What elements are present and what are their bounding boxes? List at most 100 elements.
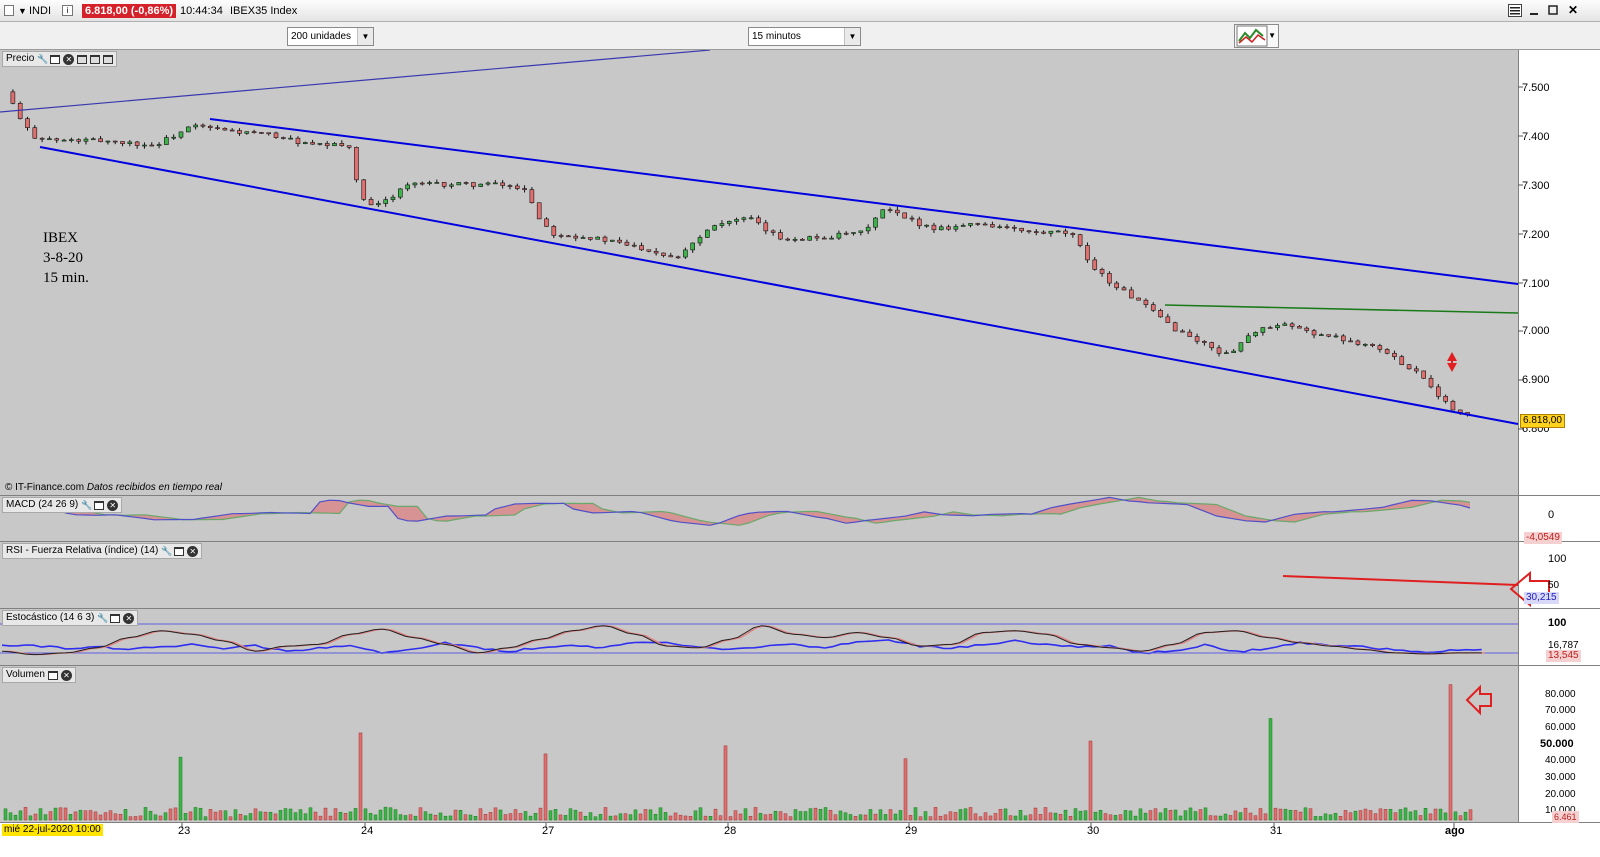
menu-icon[interactable] [1508, 4, 1522, 17]
wrench-icon[interactable]: 🔧 [37, 54, 48, 64]
volume-bar [668, 815, 673, 821]
volume-bar [743, 808, 748, 821]
volume-bar [128, 816, 133, 821]
volume-bar [823, 807, 828, 821]
price-panel-bg [0, 50, 1518, 495]
candle-body [1348, 340, 1353, 343]
copy-icon[interactable] [90, 54, 101, 64]
volume-bar [118, 814, 123, 821]
volume-bar [1183, 810, 1188, 821]
candle-body [398, 188, 403, 198]
volume-bar [723, 745, 728, 821]
close-icon[interactable]: ✕ [123, 612, 135, 624]
volume-bar [273, 813, 278, 821]
volume-bar [1313, 816, 1318, 821]
window-icon[interactable] [4, 5, 14, 16]
add-icon[interactable] [77, 54, 88, 64]
volume-bar [368, 813, 373, 821]
volume-bar [38, 808, 43, 821]
volume-bar [543, 753, 548, 821]
volume-bar [1158, 812, 1163, 821]
chevron-down-icon[interactable]: ▼ [18, 4, 27, 18]
volume-bar [868, 809, 873, 821]
candle-body [646, 249, 652, 252]
candle-body [763, 222, 769, 232]
y-tick-label: 80.000 [1545, 689, 1576, 700]
y-tick-label: 7.100 [1522, 278, 1550, 290]
interval-select[interactable]: 15 minutos ▼ [748, 27, 861, 46]
stoch-panel-label: Estocástico (14 6 3) 🔧 ✕ [2, 610, 139, 626]
symbol-label[interactable]: INDI [29, 4, 51, 18]
volume-bar [1418, 815, 1423, 821]
wrench-icon[interactable]: 🔧 [97, 613, 108, 623]
volume-bar [768, 813, 773, 821]
window-icon[interactable] [94, 500, 105, 510]
volume-bar [1243, 807, 1248, 821]
volume-bar [1408, 811, 1413, 821]
close-icon[interactable]: ✕ [63, 53, 75, 65]
x-tick-label: 24 [361, 825, 374, 837]
x-tick-label: 27 [542, 825, 555, 837]
y-tick-label: 40.000 [1545, 755, 1576, 766]
candle-body [821, 237, 827, 240]
volume-bar [1443, 812, 1448, 821]
volume-bar [1358, 810, 1363, 821]
volume-bar [568, 808, 573, 821]
candle-body [675, 256, 681, 259]
candle-body [412, 182, 418, 186]
info-icon[interactable]: i [62, 5, 73, 16]
candle-body [259, 132, 264, 134]
candle-body [705, 229, 710, 238]
volume-bar [1393, 812, 1398, 821]
window-icon[interactable] [110, 613, 121, 623]
candle-body [1224, 352, 1229, 354]
window-icon[interactable] [47, 670, 58, 680]
candle-body [471, 182, 476, 187]
candle-body [909, 217, 915, 220]
close-icon[interactable]: ✕ [187, 545, 199, 557]
close-icon[interactable]: ✕ [107, 499, 119, 511]
units-select[interactable]: 200 unidades ▼ [287, 27, 374, 46]
maximize-icon[interactable] [1546, 4, 1560, 17]
candle-body [237, 130, 242, 134]
candle-body [493, 182, 498, 185]
volume-bar [658, 807, 663, 821]
candle-body [595, 236, 600, 240]
volume-bar [778, 811, 783, 821]
candle-body [1129, 289, 1134, 299]
volume-bar [818, 808, 823, 821]
candle-body [661, 252, 666, 256]
volume-bar [918, 816, 923, 821]
volume-bar [898, 810, 903, 821]
candle-body [609, 239, 615, 242]
volume-bar [748, 815, 753, 821]
minimize-icon[interactable] [1527, 4, 1541, 17]
candle-body [10, 91, 16, 104]
volume-bar [1348, 812, 1353, 821]
volume-bar [203, 816, 208, 821]
close-icon[interactable]: ✕ [60, 669, 72, 681]
window-icon[interactable] [174, 546, 185, 556]
volume-bar [1388, 808, 1393, 821]
candle-body [748, 217, 754, 220]
volume-panel-title: Volumen [6, 669, 45, 680]
candle-body [215, 127, 220, 129]
candle-body [178, 131, 184, 138]
close-icon[interactable]: ✕ [1566, 4, 1580, 17]
volume-bar [343, 813, 348, 821]
wrench-icon[interactable]: 🔧 [81, 500, 92, 510]
volume-bar [363, 808, 368, 821]
volume-bar [23, 807, 28, 821]
interval-select-value: 15 minutos [752, 31, 801, 42]
candle-body [1048, 230, 1054, 234]
candle-body [1033, 231, 1039, 233]
candle-body [171, 136, 176, 139]
candle-body [405, 184, 410, 190]
window-icon[interactable] [50, 54, 61, 64]
volume-bar [1298, 811, 1303, 821]
volume-bar [458, 809, 463, 821]
wrench-icon[interactable]: 🔧 [161, 546, 172, 556]
chart-type-button[interactable]: ▼ [1234, 24, 1279, 48]
volume-bar [1023, 815, 1028, 821]
paste-icon[interactable] [103, 54, 114, 64]
